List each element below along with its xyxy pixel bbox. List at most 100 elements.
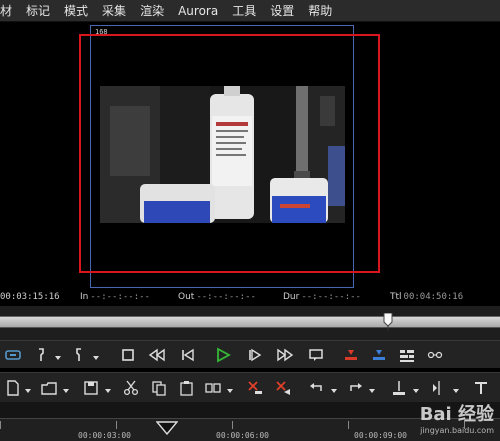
menu-item-settings[interactable]: 设置 <box>263 0 301 22</box>
insert-button[interactable] <box>340 344 362 366</box>
ruler-tick-line <box>232 421 233 429</box>
scissors-icon <box>123 380 139 396</box>
menu-item-mode[interactable]: 模式 <box>57 0 95 22</box>
split-dropdown[interactable] <box>446 377 468 399</box>
out-value: --:--:--:-- <box>196 292 256 302</box>
out-point: Out --:--:--:-- <box>178 292 256 302</box>
redo-dropdown[interactable] <box>362 377 384 399</box>
loop-button[interactable] <box>305 344 327 366</box>
set-in-dropdown[interactable] <box>48 344 70 366</box>
ruler-tick-line <box>348 421 349 429</box>
paste-button[interactable] <box>176 377 198 399</box>
seek-area <box>0 306 500 340</box>
current-timecode-value: 00:03:15:16 <box>0 292 60 302</box>
rewind-button[interactable] <box>146 344 168 366</box>
grid-edit-icon <box>400 350 414 362</box>
dropdown-arrow-icon <box>331 389 337 393</box>
menu-item-help[interactable]: 帮助 <box>301 0 339 22</box>
fast-forward-button[interactable] <box>274 344 296 366</box>
delete-x-icon <box>248 381 262 394</box>
dur-label: Dur <box>283 292 300 302</box>
in-point: In --:--:--:-- <box>80 292 150 302</box>
step-back-button[interactable] <box>176 344 198 366</box>
in-label: In <box>80 292 89 302</box>
dropdown-arrow-icon <box>105 389 111 393</box>
overwrite-button[interactable] <box>368 344 390 366</box>
dropdown-arrow-icon <box>413 389 419 393</box>
step-forward-icon <box>249 348 262 362</box>
copy-icon <box>152 381 166 396</box>
menu-item-material[interactable]: 材 <box>0 0 19 22</box>
menu-item-aurora[interactable]: Aurora <box>171 0 225 22</box>
delete-button[interactable] <box>244 377 266 399</box>
transport-toolbar <box>0 340 500 368</box>
save-dropdown[interactable] <box>98 377 120 399</box>
menu-item-render[interactable]: 渲染 <box>133 0 171 22</box>
dropdown-arrow-icon <box>55 356 61 360</box>
add-cut-dropdown[interactable] <box>406 377 428 399</box>
current-timecode: 00:03:15:16 <box>0 292 60 302</box>
step-back-icon <box>182 348 194 362</box>
speech-bubble-icon <box>309 349 323 361</box>
timecode-bar: 00:03:15:16 In --:--:--:-- Out --:--:--:--… <box>0 290 500 306</box>
new-dropdown[interactable] <box>18 377 40 399</box>
insert-icon <box>345 350 357 360</box>
copy-button[interactable] <box>148 377 170 399</box>
fast-forward-icon <box>277 348 294 362</box>
dropdown-arrow-icon <box>227 389 233 393</box>
ruler-tick-label: 00:00:03:00 <box>78 431 131 440</box>
dropdown-arrow-icon <box>93 356 99 360</box>
edit-toolbar <box>0 372 500 402</box>
dropdown-arrow-icon <box>369 389 375 393</box>
stop-icon <box>122 349 134 361</box>
action-safe-area <box>79 34 380 273</box>
ruler-tick-line <box>116 421 117 429</box>
dropdown-arrow-icon <box>63 389 69 393</box>
watermark-url: jingyan.baidu.com <box>420 426 494 435</box>
step-forward-button[interactable] <box>244 344 266 366</box>
match-frame-icon <box>5 350 21 360</box>
ttl-value: 00:04:50:16 <box>403 292 464 302</box>
menu-item-capture[interactable]: 采集 <box>95 0 133 22</box>
ripple-icon <box>427 351 443 359</box>
in-value: --:--:--:-- <box>90 292 150 302</box>
match-frame-button[interactable] <box>2 344 24 366</box>
ruler-tick-line <box>0 421 1 429</box>
duration: Dur --:--:--:-- <box>283 292 361 302</box>
seek-bar[interactable] <box>0 316 500 328</box>
ruler-tick-label: 00:00:09:00 <box>354 431 407 440</box>
stop-button[interactable] <box>117 344 139 366</box>
timeline-cursor-icon[interactable] <box>156 421 178 435</box>
dropdown-arrow-icon <box>25 389 31 393</box>
dropdown-arrow-icon <box>453 389 459 393</box>
watermark: Bai 经验 jingyan.baidu.com <box>420 400 494 435</box>
set-out-dropdown[interactable] <box>86 344 108 366</box>
ttl-label: Ttl <box>390 292 402 302</box>
undo-dropdown[interactable] <box>324 377 346 399</box>
play-icon <box>217 347 231 363</box>
rewind-icon <box>148 348 165 362</box>
menu-item-tools[interactable]: 工具 <box>225 0 263 22</box>
three-point-edit-button[interactable] <box>396 344 418 366</box>
seek-handle[interactable] <box>383 313 393 331</box>
open-dropdown[interactable] <box>56 377 78 399</box>
ruler-tick-label: 00:00:06:00 <box>216 431 269 440</box>
watermark-main: Bai 经验 <box>419 404 494 425</box>
cut-button[interactable] <box>120 377 142 399</box>
text-title-icon <box>475 382 487 394</box>
safe-area-label: 168 <box>95 28 108 36</box>
menu-item-marker[interactable]: 标记 <box>19 0 57 22</box>
ripple-delete-icon <box>276 381 290 395</box>
dur-value: --:--:--:-- <box>301 292 361 302</box>
paste-icon <box>180 381 193 396</box>
play-button[interactable] <box>212 344 234 366</box>
menu-bar: 材 标记 模式 采集 渲染 Aurora 工具 设置 帮助 <box>0 0 500 22</box>
title-button[interactable] <box>470 377 492 399</box>
overwrite-icon <box>373 350 385 360</box>
preview-window: 168 <box>0 22 500 290</box>
out-label: Out <box>178 292 195 302</box>
ripple-edit-button[interactable] <box>424 344 446 366</box>
total-duration: Ttl 00:04:50:16 <box>390 292 463 302</box>
replace-dropdown[interactable] <box>220 377 242 399</box>
ripple-delete-button[interactable] <box>272 377 294 399</box>
